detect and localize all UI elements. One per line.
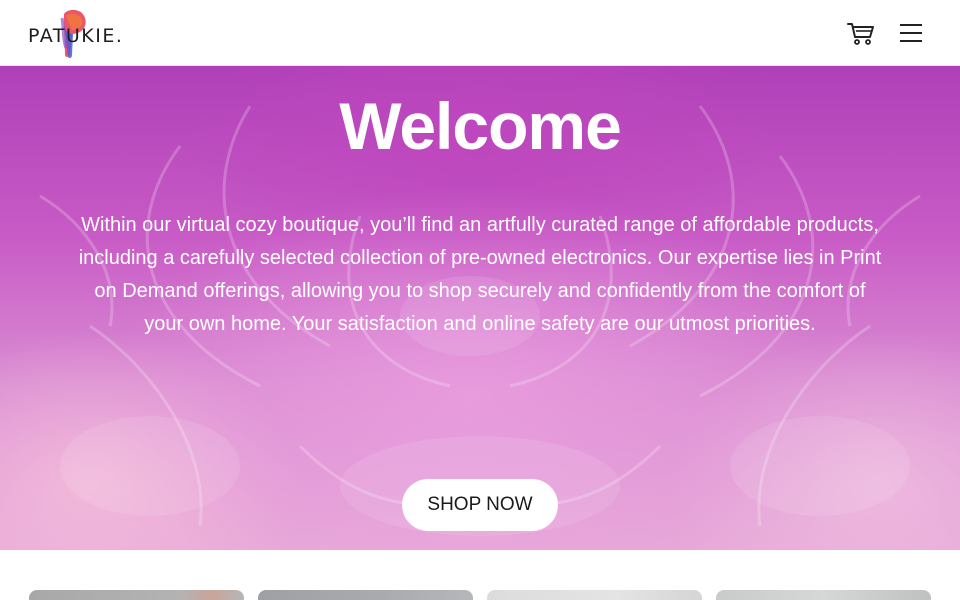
site-header: PATUKIE. — [0, 0, 960, 66]
product-cards-strip — [0, 550, 960, 600]
product-card[interactable] — [487, 590, 702, 600]
shop-now-button[interactable]: SHOP NOW — [402, 479, 558, 531]
brand-name: PATUKIE. — [28, 25, 124, 47]
product-card[interactable] — [29, 590, 244, 600]
hero-banner: Welcome Within our virtual cozy boutique… — [0, 66, 960, 550]
hero-title: Welcome — [339, 89, 622, 163]
menu-button[interactable] — [897, 20, 925, 46]
site-logo[interactable]: PATUKIE. — [28, 8, 138, 60]
cart-button[interactable] — [846, 20, 876, 46]
product-card[interactable] — [258, 590, 473, 600]
hamburger-menu-icon — [900, 24, 922, 42]
product-card[interactable] — [716, 590, 931, 600]
shopping-cart-icon — [847, 23, 874, 45]
hero-description: Within our virtual cozy boutique, you’ll… — [78, 214, 882, 335]
